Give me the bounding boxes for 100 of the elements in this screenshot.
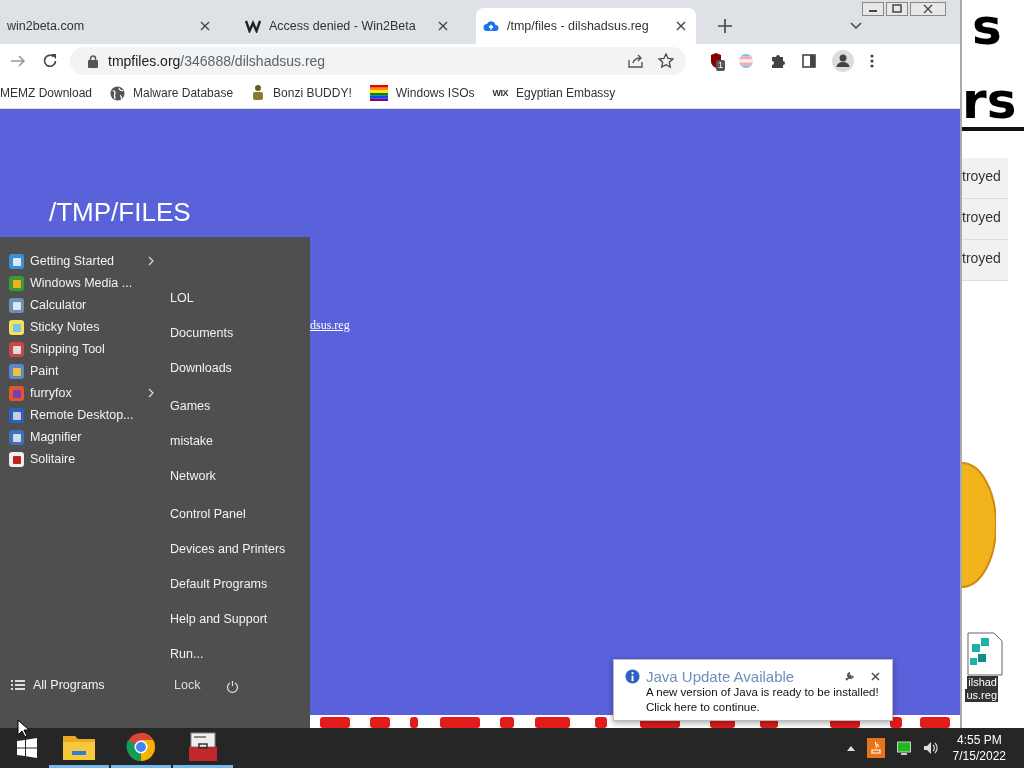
app-icon: [8, 274, 25, 292]
program-item[interactable]: Paint: [8, 360, 162, 382]
minimize-icon[interactable]: [862, 2, 884, 16]
lock-icon: [88, 54, 98, 68]
tab-title: Access denied - Win2Beta: [269, 19, 417, 33]
app-icon: [8, 406, 25, 424]
app-icon: [8, 318, 25, 336]
program-item[interactable]: Windows Media ...: [8, 272, 162, 294]
file-link[interactable]: dsus.reg: [310, 318, 350, 333]
program-item[interactable]: Getting Started: [8, 250, 162, 272]
app-icon: [8, 340, 25, 358]
start-menu-link[interactable]: Run...: [162, 637, 286, 672]
program-item[interactable]: Sticky Notes: [8, 316, 162, 338]
power-icon[interactable]: [226, 680, 239, 693]
close-icon[interactable]: [200, 21, 210, 31]
start-menu-link[interactable]: Control Panel: [162, 497, 286, 532]
program-item[interactable]: Solitaire: [8, 448, 162, 470]
side-panel-icon[interactable]: [802, 54, 816, 68]
chrome-icon: [126, 731, 156, 762]
program-item[interactable]: Magnifier: [8, 426, 162, 448]
notification-text: A new version of Java is ready to be installed!: [645, 685, 880, 700]
table-row: troyed: [962, 240, 1008, 281]
start-menu-link[interactable]: mistake: [162, 424, 286, 459]
registry-file-icon: [966, 632, 1004, 676]
close-icon[interactable]: [676, 21, 686, 31]
notification-title: Java Update Available: [646, 668, 795, 685]
java-tray-icon[interactable]: [866, 738, 885, 758]
logo-text: WIX: [492, 88, 508, 98]
info-icon: [625, 669, 640, 684]
program-item[interactable]: Snipping Tool: [8, 338, 162, 360]
program-item[interactable]: Remote Desktop...: [8, 404, 162, 426]
tab-title: /tmp/files - dilshadsus.reg: [507, 19, 650, 33]
start-menu-link[interactable]: Default Programs: [162, 567, 286, 602]
new-tab-icon[interactable]: [718, 19, 732, 33]
windows-logo-icon[interactable]: [17, 738, 37, 758]
close-icon[interactable]: [910, 2, 946, 16]
bookmark[interactable]: Bonzi BUDDY!: [251, 85, 352, 101]
puzzle-icon[interactable]: [770, 53, 786, 69]
table-row: troyed: [962, 199, 1008, 240]
program-item[interactable]: furryfox: [8, 382, 162, 404]
close-icon[interactable]: [438, 21, 448, 31]
star-icon[interactable]: [658, 53, 674, 69]
heading-text: s: [972, 2, 1002, 52]
notification-text: Click here to continue.: [645, 700, 761, 715]
close-icon[interactable]: [871, 672, 880, 681]
chevron-right-icon: [148, 256, 154, 266]
rainbow-flag-icon: [369, 85, 388, 101]
bookmark[interactable]: MEMZ Download: [0, 86, 93, 100]
toolbox-icon: [188, 731, 218, 762]
notification-popup[interactable]: Java Update Available A new version of Java is ready to be installed! Click here to continue.: [613, 659, 893, 721]
start-menu-link[interactable]: Documents: [162, 316, 286, 351]
site-title: /TMP/FILES: [49, 197, 192, 228]
url-text: tmpfiles.org/346888/dilshadsus.reg: [108, 53, 326, 69]
bookmark[interactable]: WIX Egyptian Embassy: [492, 86, 616, 100]
app-icon: [8, 252, 25, 270]
start-menu-link[interactable]: LOL: [162, 281, 286, 316]
w-logo-icon: [245, 19, 261, 33]
share-icon[interactable]: [628, 54, 644, 68]
monitor-icon[interactable]: [896, 741, 911, 755]
start-menu-link[interactable]: Downloads: [162, 351, 286, 386]
chevron-down-icon[interactable]: [850, 22, 862, 30]
start-menu-link[interactable]: Games: [162, 389, 286, 424]
restore-icon[interactable]: [886, 2, 908, 16]
chevron-right-icon: [148, 388, 154, 398]
bookmark[interactable]: Malware Database: [110, 85, 234, 101]
speaker-icon[interactable]: [922, 741, 939, 755]
start-menu-link[interactable]: Devices and Printers: [162, 532, 286, 567]
clock-date[interactable]: 7/15/2022: [952, 748, 1006, 764]
globe-icon: [110, 85, 126, 101]
extension-badge: 1: [716, 60, 725, 71]
menu-icon[interactable]: [870, 54, 874, 68]
browser-tab[interactable]: Access denied - Win2Beta: [238, 8, 458, 44]
program-item[interactable]: Calculator: [8, 294, 162, 316]
browser-tab[interactable]: /tmp/files - dilshadsus.reg: [476, 8, 696, 44]
start-menu-link[interactable]: Network: [162, 459, 286, 494]
profile-icon[interactable]: [832, 50, 854, 72]
reload-icon[interactable]: [42, 53, 58, 69]
tab-title: win2beta.com: [7, 19, 86, 33]
file-label: ilshad: [967, 676, 998, 689]
bookmark[interactable]: Windows ISOs: [369, 85, 475, 101]
cloud-upload-icon: [483, 20, 499, 32]
show-hidden-icons-caret[interactable]: [846, 745, 855, 751]
mouse-cursor-icon: [17, 719, 29, 738]
app-icon: [8, 428, 25, 446]
figure-icon: [251, 85, 266, 101]
file-label: us.reg: [965, 689, 998, 702]
forward-arrow-icon[interactable]: [10, 54, 26, 68]
app-icon: [8, 296, 25, 314]
all-programs-button[interactable]: All Programs: [11, 678, 176, 692]
app-icon: [8, 450, 25, 468]
address-bar[interactable]: tmpfiles.org/346888/dilshadsus.reg: [70, 47, 686, 75]
clock-time[interactable]: 4:55 PM: [956, 732, 1002, 748]
lock-button[interactable]: Lock: [174, 678, 226, 692]
app-icon: [8, 362, 25, 380]
list-icon: [11, 679, 25, 691]
app-icon: [8, 384, 25, 402]
browser-tab[interactable]: win2beta.com: [0, 8, 220, 44]
heading-text: rs: [962, 76, 1017, 126]
table-row: troyed: [962, 158, 1008, 199]
start-menu-link[interactable]: Help and Support: [162, 602, 286, 637]
